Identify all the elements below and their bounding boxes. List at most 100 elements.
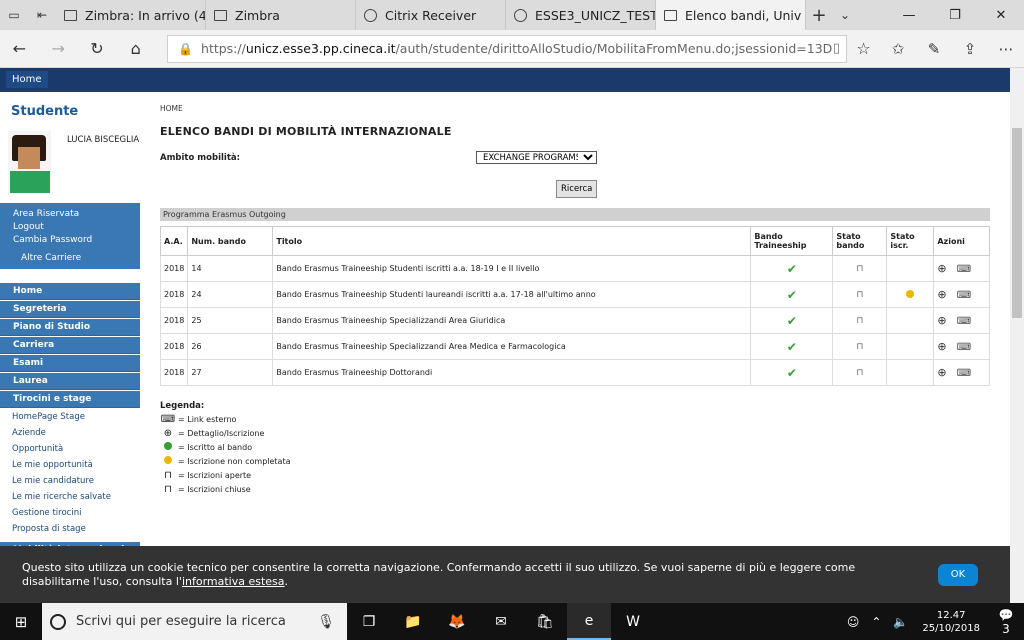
cell-stato-bando: ⊓ <box>832 359 888 386</box>
edge-icon[interactable]: e <box>567 603 611 640</box>
legend-item: ⊕ = Dettaglio/Iscrizione <box>160 428 990 439</box>
clock[interactable]: 12.47 25/10/2018 <box>914 609 988 635</box>
taskbar-search[interactable]: Scrivi qui per eseguire la ricerca 🎙 <box>42 603 347 640</box>
cell-titolo: Bando Erasmus Traineeship Studenti iscri… <box>272 255 752 282</box>
tray-chevron-icon[interactable]: ⌃ <box>865 615 887 629</box>
sidebar-item-segreteria[interactable]: Segreteria <box>0 301 140 318</box>
ambito-row: Ambito mobilità: EXCHANGE PROGRAMS <box>160 151 990 164</box>
firefox-icon[interactable]: 🦊 <box>435 603 479 640</box>
cell-traineeship: ✔ <box>750 359 834 386</box>
browser-tab[interactable]: Zimbra <box>206 0 356 30</box>
col-header: Bando Traineeship <box>750 226 834 256</box>
forward-icon[interactable]: → <box>39 39 78 58</box>
reading-view-icon[interactable]: ▯ <box>833 41 840 56</box>
ambito-select[interactable]: EXCHANGE PROGRAMS <box>476 151 598 164</box>
cell-aa: 2018 <box>159 255 189 282</box>
browser-tab[interactable]: Zimbra: In arrivo (463 <box>56 0 206 30</box>
sidebar-item-carriera[interactable]: Carriera <box>0 337 140 354</box>
scrollbar-thumb[interactable] <box>1012 128 1022 318</box>
microphone-icon[interactable]: 🎙 <box>317 614 335 630</box>
unlocked-icon: ⊓ <box>856 263 864 274</box>
web-note-icon[interactable]: ✎ <box>916 40 952 58</box>
area-riservata-box: Area Riservata Logout Cambia Password Al… <box>0 203 140 269</box>
tab-preview-chevron-icon[interactable]: ⌄ <box>832 0 858 30</box>
windows-start-icon[interactable]: ⊞ <box>0 603 42 640</box>
new-tab-button[interactable]: + <box>806 0 832 30</box>
change-password-link[interactable]: Cambia Password <box>13 234 140 247</box>
close-window-icon[interactable]: ✕ <box>978 0 1024 30</box>
cell-azioni: ⊕ ⌨ <box>933 359 990 386</box>
tab-actions-icon[interactable]: ▭ <box>0 0 28 30</box>
breadcrumb[interactable]: HOME <box>160 104 990 113</box>
external-link-icon[interactable]: ⌨ <box>957 342 971 353</box>
task-view-icon[interactable]: ❐ <box>347 603 391 640</box>
cell-aa: 2018 <box>159 307 189 334</box>
magnifier-icon[interactable]: ⊕ <box>937 366 946 379</box>
magnifier-icon[interactable]: ⊕ <box>937 314 946 327</box>
table-row: 2018 14 Bando Erasmus Traineeship Studenti… <box>159 255 990 282</box>
notifications-icon[interactable]: 💬3 <box>988 608 1024 636</box>
search-button[interactable]: Ricerca <box>556 180 598 198</box>
browser-tab-active[interactable]: Elenco bandi, Univ✕ <box>656 0 806 30</box>
logout-link[interactable]: Logout <box>13 221 140 234</box>
user-block: LUCIA BISCEGLIA <box>0 119 140 193</box>
word-icon[interactable]: W <box>611 603 655 640</box>
favorite-star-icon[interactable]: ☆ <box>847 39 880 58</box>
sidebar-subitem[interactable]: Aziende <box>0 425 140 441</box>
magnifier-icon[interactable]: ⊕ <box>937 340 946 353</box>
sidebar-subitem[interactable]: Le mie opportunità <box>0 457 140 473</box>
sidebar-item-home[interactable]: Home <box>0 283 140 300</box>
volume-icon[interactable]: 🔈 <box>887 615 914 629</box>
sidebar-subitem[interactable]: Opportunità <box>0 441 140 457</box>
magnifier-icon[interactable]: ⊕ <box>937 288 946 301</box>
cookie-ok-button[interactable]: OK <box>938 563 978 586</box>
legend: Legenda: ⌨ = Link esterno ⊕ = Dettaglio/Is… <box>160 401 990 495</box>
sidebar-item-tirocini[interactable]: Tirocini e stage <box>0 391 140 408</box>
refresh-icon[interactable]: ↻ <box>78 39 117 58</box>
cell-stato-bando: ⊓ <box>832 281 888 308</box>
sidebar-item-laurea[interactable]: Laurea <box>0 373 140 390</box>
store-icon[interactable]: 🛍 <box>523 603 567 640</box>
col-header: Num. bando <box>187 226 274 256</box>
minimize-icon[interactable]: — <box>886 0 932 30</box>
cookie-info-link[interactable]: informativa estesa <box>182 575 285 588</box>
sidebar-subitem[interactable]: HomePage Stage <box>0 409 140 425</box>
file-explorer-icon[interactable]: 📁 <box>391 603 435 640</box>
external-link-icon[interactable]: ⌨ <box>957 290 971 301</box>
cell-stato-iscr <box>886 307 935 334</box>
home-icon[interactable]: ⌂ <box>116 39 155 58</box>
sidebar-item-piano-di-studio[interactable]: Piano di Studio <box>0 319 140 336</box>
restore-icon[interactable]: ❐ <box>932 0 978 30</box>
sidebar-subitem[interactable]: Proposta di stage <box>0 521 140 537</box>
favorites-hub-icon[interactable]: ✩ <box>880 40 916 58</box>
cell-titolo: Bando Erasmus Traineeship Specializzandi… <box>272 333 752 360</box>
cell-titolo: Bando Erasmus Traineeship Studenti laure… <box>272 281 752 308</box>
top-home-link[interactable]: Home <box>6 70 48 88</box>
sidebar-subitem[interactable]: Le mie ricerche salvate <box>0 489 140 505</box>
address-bar[interactable]: 🔒 https://unicz.esse3.pp.cineca.it/auth/… <box>167 34 848 63</box>
green-dot-icon <box>160 442 176 453</box>
magnifier-icon[interactable]: ⊕ <box>937 262 946 275</box>
browser-tab[interactable]: ESSE3_UNICZ_TEST <box>506 0 656 30</box>
legend-title: Legenda: <box>160 401 205 411</box>
sidebar-subitem[interactable]: Le mie candidature <box>0 473 140 489</box>
share-icon[interactable]: ⇪ <box>952 40 988 58</box>
sidebar-title: Studente <box>11 104 79 119</box>
top-nav-strip: Home <box>0 68 1010 90</box>
external-link-icon[interactable]: ⌨ <box>957 368 971 379</box>
external-link-icon[interactable]: ⌨ <box>957 316 971 327</box>
people-icon[interactable]: ☺ <box>841 615 866 629</box>
set-aside-tabs-icon[interactable]: ⇤ <box>28 0 56 30</box>
other-careers-link[interactable]: Altre Carriere <box>13 252 140 265</box>
page-scrollbar[interactable] <box>1010 68 1024 603</box>
external-link-icon[interactable]: ⌨ <box>957 264 971 275</box>
sidebar-subitem[interactable]: Gestione tirocini <box>0 505 140 521</box>
locked-icon: ⊓ <box>164 484 172 495</box>
back-icon[interactable]: ← <box>0 39 39 58</box>
sidebar-item-esami[interactable]: Esami <box>0 355 140 372</box>
cookie-banner: Questo sito utilizza un cookie tecnico p… <box>0 546 1010 603</box>
browser-tab[interactable]: Citrix Receiver <box>356 0 506 30</box>
outlook-icon[interactable]: ✉ <box>479 603 523 640</box>
cookie-text: Questo sito utilizza un cookie tecnico p… <box>22 560 856 588</box>
more-icon[interactable]: ⋯ <box>988 40 1024 58</box>
